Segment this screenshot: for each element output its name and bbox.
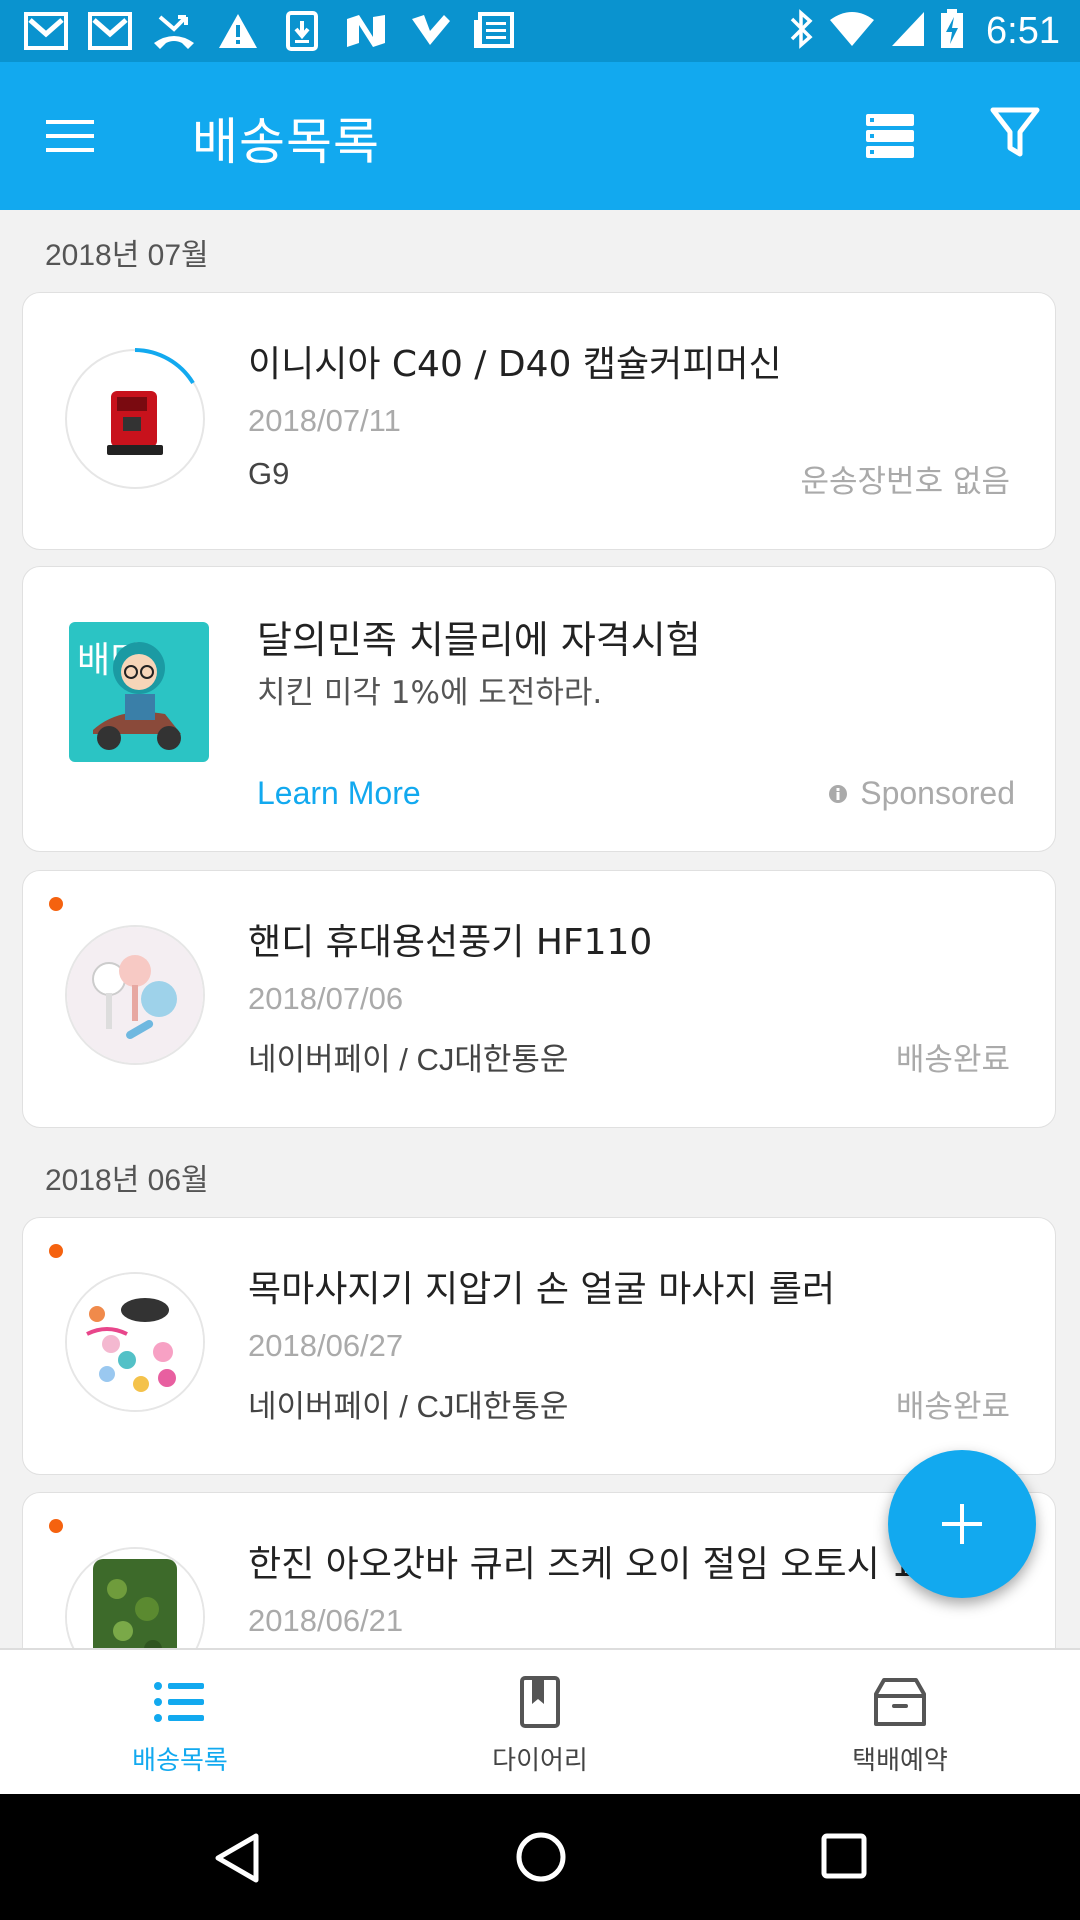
recents-icon[interactable]	[820, 1832, 868, 1880]
bottom-navigation: 배송목록 다이어리 택배예약	[0, 1648, 1080, 1796]
missed-call-icon	[150, 9, 198, 53]
item-title: 이니시아 C40 / D40 캡슐커피머신	[248, 344, 782, 385]
list-icon	[154, 1682, 204, 1722]
view-mode-button[interactable]	[862, 108, 918, 164]
delivery-list[interactable]: 2018년 07월 이니시아 C40 / D40 캡슐커피머신 2018/07/…	[0, 210, 1080, 1648]
system-navigation-bar	[0, 1794, 1080, 1920]
item-source: 네이버페이 / CJ대한통운	[248, 1389, 569, 1424]
unread-dot	[49, 897, 63, 911]
plus-icon	[942, 1504, 982, 1544]
gmail-icon	[86, 9, 134, 53]
item-date: 2018/07/06	[248, 981, 404, 1016]
check-app-icon	[406, 9, 454, 53]
news-icon	[470, 9, 518, 53]
back-icon[interactable]	[212, 1832, 262, 1884]
system-status-icons: 6:51	[788, 8, 1060, 54]
progress-ring	[134, 348, 195, 385]
item-source: 네이버페이 / CJ대한통운	[248, 1042, 569, 1077]
status-bar: 6:51	[0, 0, 1080, 62]
filter-icon	[990, 107, 1040, 157]
view-list-icon	[866, 114, 914, 158]
section-header: 2018년 07월	[45, 239, 209, 272]
item-date: 2018/07/11	[248, 403, 401, 438]
nav-label: 택배예약	[852, 1746, 948, 1776]
ad-title: 달의민족 치믈리에 자격시험	[257, 618, 701, 662]
signal-icon	[890, 10, 926, 52]
battery-charging-icon	[940, 9, 964, 53]
n-app-icon	[342, 9, 390, 53]
page-title: 배송목록	[192, 113, 380, 171]
nav-label: 다이어리	[492, 1746, 588, 1776]
gmail-icon	[22, 9, 70, 53]
notification-icons	[22, 8, 518, 54]
ad-image: 배민	[69, 622, 209, 762]
item-source: G9	[248, 456, 290, 491]
item-status: 배송완료	[895, 1042, 1010, 1078]
nav-tab-parcel-booking[interactable]: 택배예약	[720, 1650, 1080, 1796]
sponsored-label: Sponsored	[828, 775, 1015, 812]
product-thumbnail	[65, 1547, 205, 1648]
nav-label: 배송목록	[132, 1746, 228, 1776]
filter-button[interactable]	[990, 106, 1046, 166]
home-icon[interactable]	[514, 1830, 568, 1884]
delivery-card[interactable]: 핸디 휴대용선풍기 HF110 2018/07/06 네이버페이 / CJ대한통…	[22, 870, 1056, 1128]
item-date: 2018/06/21	[248, 1603, 404, 1638]
clock: 6:51	[986, 9, 1060, 52]
learn-more-link[interactable]: Learn More	[257, 775, 421, 812]
delivery-card[interactable]: 이니시아 C40 / D40 캡슐커피머신 2018/07/11 G9 운송장번…	[22, 292, 1056, 550]
bluetooth-icon	[788, 9, 814, 53]
nav-tab-diary[interactable]: 다이어리	[360, 1650, 720, 1796]
section-header: 2018년 06월	[45, 1164, 209, 1197]
menu-button[interactable]	[42, 108, 98, 164]
item-status: 운송장번호 없음	[800, 464, 1011, 500]
ad-card[interactable]: 배민 달의민족 치믈리에 자격시험 치킨 미각 1%에 도전하라. Learn …	[22, 566, 1056, 852]
product-thumbnail	[65, 925, 205, 1065]
item-status: 배송완료	[895, 1389, 1010, 1425]
sponsored-text: Sponsored	[860, 775, 1015, 811]
product-thumbnail	[65, 1272, 205, 1412]
item-date: 2018/06/27	[248, 1328, 404, 1363]
nav-tab-delivery-list[interactable]: 배송목록	[0, 1650, 360, 1796]
app-bar: 배송목록	[0, 62, 1080, 210]
add-delivery-button[interactable]	[888, 1450, 1036, 1598]
item-title: 한진 아오갓바 큐리 즈케 오이 절임 오토시 1	[248, 1544, 915, 1585]
ad-subtitle: 치킨 미각 1%에 도전하라.	[257, 675, 603, 711]
item-title: 목마사지기 지압기 손 얼굴 마사지 롤러	[248, 1269, 836, 1310]
box-icon	[874, 1678, 926, 1726]
bookmark-book-icon	[520, 1676, 560, 1728]
wifi-icon	[828, 10, 876, 52]
item-title: 핸디 휴대용선풍기 HF110	[248, 922, 653, 963]
unread-dot	[49, 1244, 63, 1258]
delivery-card[interactable]: 목마사지기 지압기 손 얼굴 마사지 롤러 2018/06/27 네이버페이 /…	[22, 1217, 1056, 1475]
unread-dot	[49, 1519, 63, 1533]
ad-info-icon[interactable]	[828, 784, 848, 804]
warning-icon	[214, 9, 262, 53]
hamburger-icon	[46, 120, 94, 152]
download-icon	[278, 9, 326, 53]
